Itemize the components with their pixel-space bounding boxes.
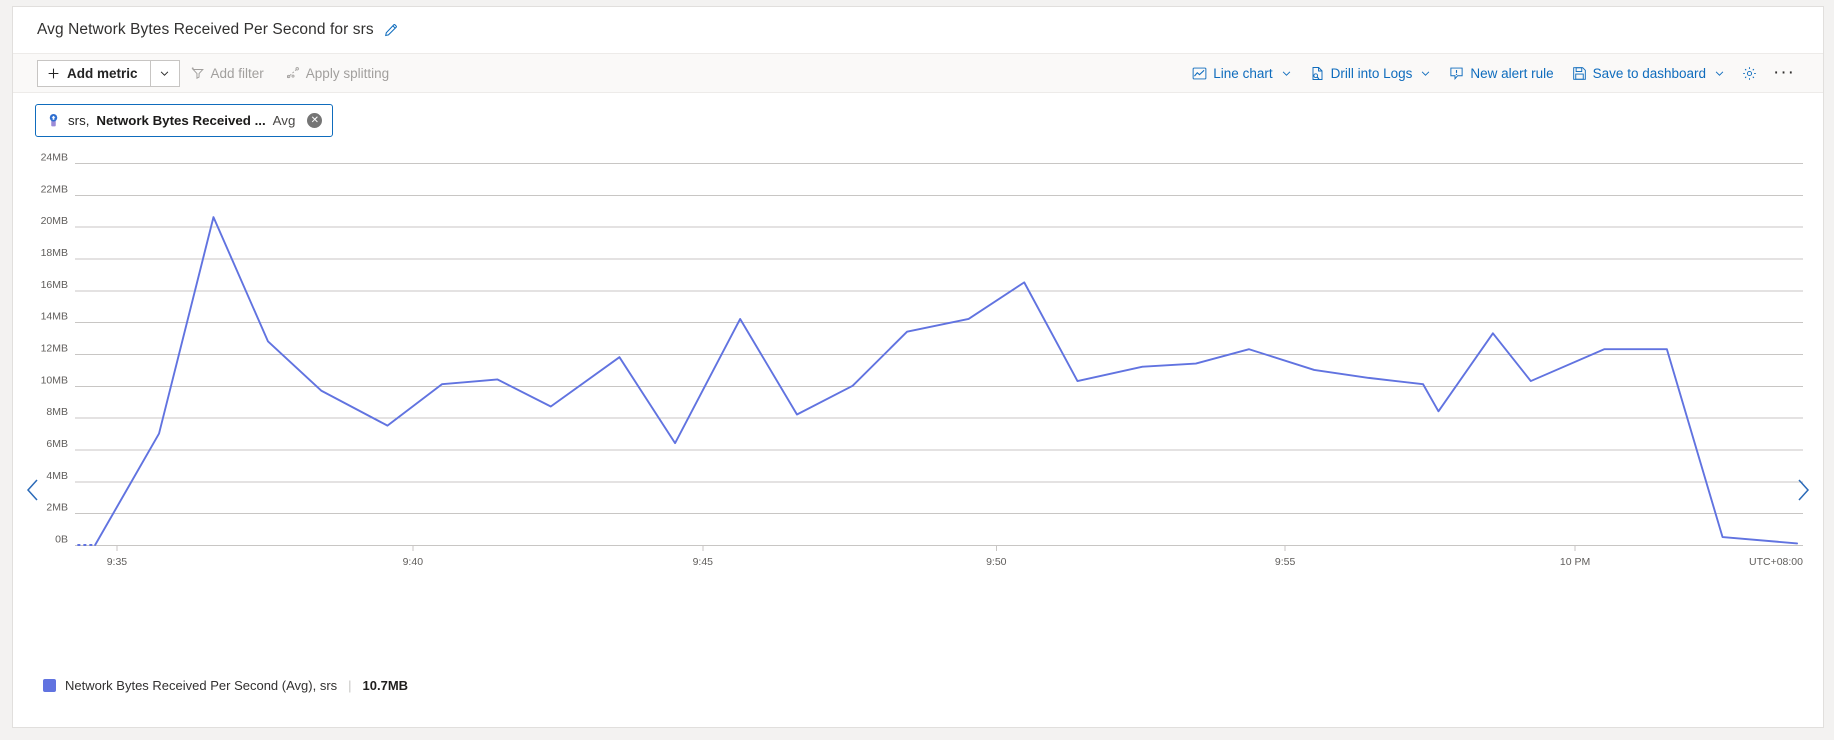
- metrics-chart-card: Avg Network Bytes Received Per Second fo…: [12, 6, 1824, 728]
- y-axis-tick-label: 18MB: [41, 247, 68, 259]
- x-axis-tick-label: 9:45: [693, 556, 714, 568]
- y-axis-tick-label: 8MB: [46, 406, 68, 418]
- drill-logs-icon: [1312, 66, 1323, 80]
- chart-plot-area: 24MB 22MB 20MB 18MB 16MB 14MB 12MB 10MB 8MB 6MB 4M…: [13, 147, 1823, 727]
- line-chart-icon: [1192, 67, 1207, 79]
- command-bar-right: Line chart Drill into Logs New alert rul…: [1183, 57, 1823, 89]
- plus-icon: [48, 68, 59, 78]
- apply-splitting-label: Apply splitting: [305, 65, 390, 81]
- metric-pill-metric: Network Bytes Received ...: [96, 113, 266, 128]
- alert-icon: [1450, 67, 1463, 80]
- metrics-line-chart[interactable]: 24MB 22MB 20MB 18MB 16MB 14MB 12MB 10MB 8MB 6MB 4M…: [13, 147, 1823, 667]
- command-bar-left: Add metric Add filter Apply splitting: [13, 57, 400, 89]
- y-axis-tick-label: 14MB: [41, 311, 68, 323]
- y-axis-tick-label: 24MB: [41, 152, 68, 164]
- new-alert-rule-button[interactable]: New alert rule: [1440, 57, 1562, 89]
- metrics-explorer-screen: Avg Network Bytes Received Per Second fo…: [0, 0, 1834, 740]
- drill-into-logs-label: Drill into Logs: [1330, 65, 1413, 81]
- settings-button[interactable]: [1734, 57, 1765, 89]
- azure-resource-icon: [46, 113, 61, 128]
- x-axis-tick-label: 9:40: [403, 556, 424, 568]
- legend-value: 10.7MB: [362, 678, 409, 693]
- metric-pill-row: srs, Network Bytes Received ... Avg ✕: [13, 93, 1823, 149]
- series-line-path[interactable]: [94, 216, 1799, 546]
- metric-pill-aggregation: Avg: [272, 113, 296, 128]
- y-axis-tick-label: 20MB: [41, 215, 68, 227]
- y-axis-tick-label: 2MB: [46, 502, 68, 514]
- legend-label: Network Bytes Received Per Second (Avg),…: [65, 678, 338, 693]
- metric-pill[interactable]: srs, Network Bytes Received ... Avg ✕: [35, 104, 334, 137]
- line-chart-button[interactable]: Line chart: [1183, 57, 1300, 89]
- x-axis-tick-label: 9:50: [986, 556, 1007, 568]
- chevron-left-icon[interactable]: [25, 477, 42, 507]
- y-axis-tick-label: 22MB: [41, 183, 68, 195]
- metric-pill-resource: srs,: [68, 113, 90, 128]
- x-axis-tick-label: 9:55: [1275, 556, 1296, 568]
- save-to-dashboard-label: Save to dashboard: [1592, 65, 1707, 81]
- save-icon: [1572, 66, 1586, 80]
- chart-title-row: Avg Network Bytes Received Per Second fo…: [13, 7, 1823, 53]
- line-chart-label: Line chart: [1213, 65, 1273, 81]
- y-axis-tick-label: 4MB: [46, 470, 68, 482]
- chevron-down-icon[interactable]: [1420, 68, 1431, 79]
- y-axis-tick-label: 6MB: [46, 438, 68, 450]
- add-metric-label: Add metric: [67, 65, 138, 81]
- chevron-down-icon: [160, 70, 169, 76]
- legend-swatch: [43, 679, 56, 692]
- page-title: Avg Network Bytes Received Per Second fo…: [37, 21, 374, 38]
- legend-separator: |: [348, 678, 352, 693]
- y-axis-tick-label: 16MB: [41, 279, 68, 291]
- chevron-down-icon[interactable]: [1281, 68, 1292, 79]
- add-metric-dropdown-button[interactable]: [149, 59, 180, 87]
- y-axis-tick-label: 0B: [55, 534, 68, 546]
- x-axis-tick-label: 10 PM: [1560, 556, 1590, 568]
- y-axis-tick-label: 10MB: [41, 374, 68, 386]
- apply-splitting-button[interactable]: Apply splitting: [275, 57, 400, 89]
- gear-icon: [1743, 66, 1756, 80]
- chevron-right-icon[interactable]: [1794, 477, 1811, 507]
- x-axis-tick-label: 9:35: [107, 556, 128, 568]
- add-filter-button[interactable]: Add filter: [180, 57, 275, 89]
- new-alert-rule-label: New alert rule: [1470, 65, 1554, 81]
- splitting-icon: [286, 67, 299, 79]
- add-metric-button[interactable]: Add metric: [37, 59, 150, 87]
- filter-icon: [191, 67, 204, 79]
- timezone-label: UTC+08:00: [1749, 556, 1803, 568]
- command-bar: Add metric Add filter Apply splitting Li…: [13, 53, 1823, 93]
- drill-into-logs-button[interactable]: Drill into Logs: [1301, 57, 1441, 89]
- chevron-down-icon[interactable]: [1714, 68, 1725, 79]
- add-metric-group: Add metric: [37, 59, 180, 87]
- y-axis-tick-label: 12MB: [41, 343, 68, 355]
- chart-legend: Network Bytes Received Per Second (Avg),…: [43, 678, 408, 693]
- add-filter-label: Add filter: [210, 65, 264, 81]
- more-options-button[interactable]: ···: [1765, 63, 1803, 82]
- save-to-dashboard-button[interactable]: Save to dashboard: [1563, 57, 1734, 89]
- pencil-icon[interactable]: [383, 23, 398, 38]
- close-circle-icon[interactable]: ✕: [307, 113, 323, 128]
